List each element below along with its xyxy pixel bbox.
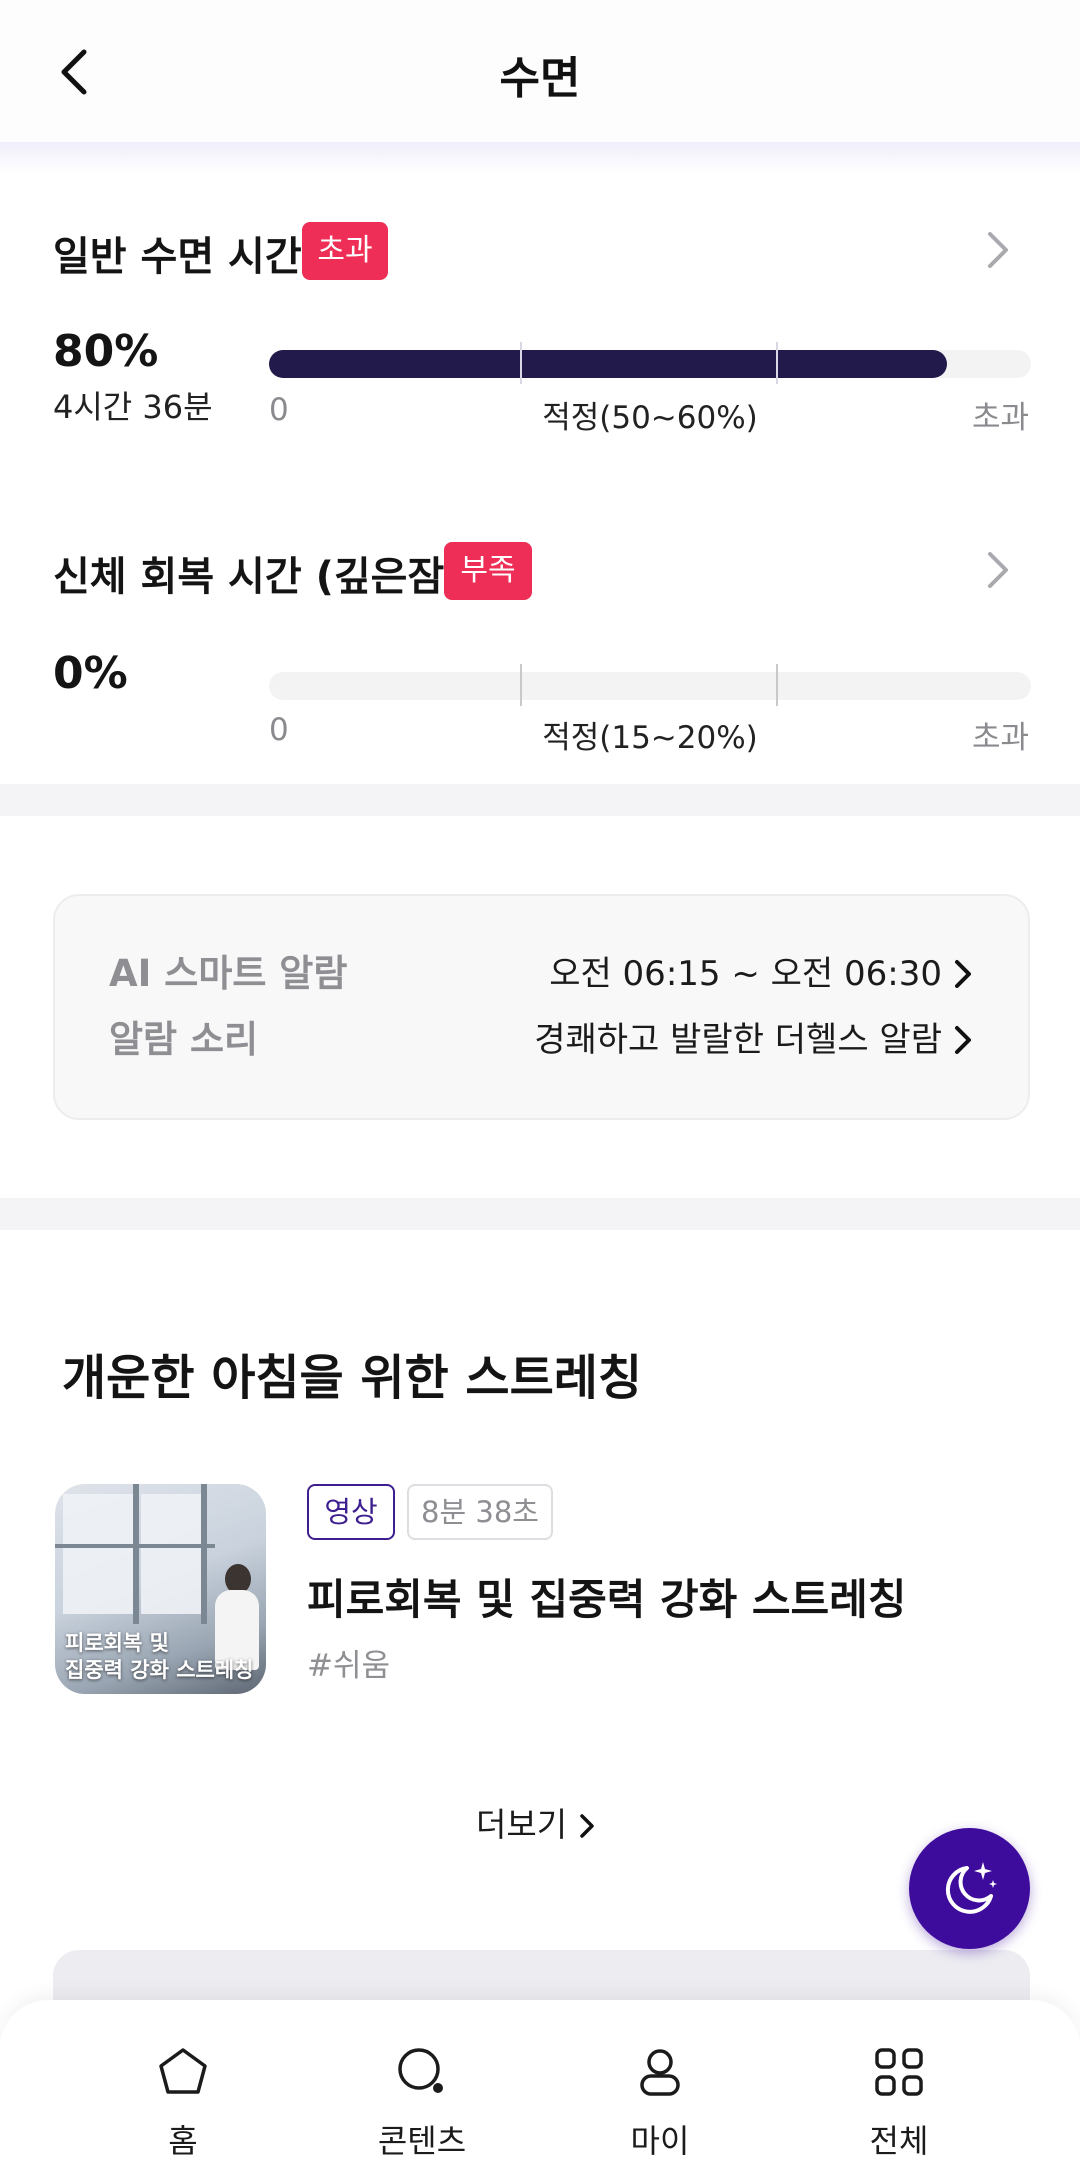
alarm-sound-row[interactable]: 알람 소리 경쾌하고 발랄한 더헬스 알람: [55, 1010, 1032, 1070]
smart-alarm-label: AI 스마트 알람: [109, 952, 348, 995]
chevron-right-icon: [578, 1812, 596, 1840]
percent-value: 80%: [53, 326, 159, 377]
range-tick: [776, 342, 778, 384]
nav-item-all[interactable]: 전체: [819, 2044, 979, 2164]
smart-alarm-row[interactable]: AI 스마트 알람 오전 06:15 ~ 오전 06:30: [55, 944, 1032, 1004]
percent-value: 0%: [53, 648, 128, 699]
metric-title: 신체 회복 시간 (깊은잠): [53, 554, 463, 600]
progress-track: [269, 672, 1031, 700]
status-badge: 부족: [444, 542, 532, 600]
chevron-right-icon: [952, 1024, 974, 1056]
nav-item-home[interactable]: 홈: [103, 2044, 263, 2164]
more-label: 더보기: [476, 1805, 568, 1844]
scale-optimal-label: 적정(50~60%): [542, 400, 758, 436]
video-thumbnail[interactable]: 피로회복 및 집중력 강화 스트레칭: [55, 1484, 266, 1694]
metric-deep-sleep[interactable]: 신체 회복 시간 (깊은잠) 부족 0% 0 적정(15~20%) 초과: [0, 542, 1080, 762]
duration-value: 4시간 36분: [53, 388, 213, 426]
smart-alarm-value: 오전 06:15 ~ 오전 06:30: [549, 954, 942, 994]
nav-item-contents[interactable]: 콘텐츠: [342, 2044, 502, 2164]
section-title: 개운한 아침을 위한 스트레칭: [62, 1350, 643, 1406]
metric-normal-sleep[interactable]: 일반 수면 시간 초과 80% 4시간 36분 0 적정(50~60%) 초과: [0, 220, 1080, 460]
person-icon: [632, 2044, 688, 2100]
range-tick: [520, 664, 522, 706]
progress-fill: [269, 350, 948, 378]
range-tick: [776, 664, 778, 706]
progress-track: [269, 350, 1031, 378]
metric-title: 일반 수면 시간: [53, 234, 302, 280]
moon-stars-icon: [945, 1862, 997, 1914]
header-shadow: [0, 142, 1080, 174]
sleep-mode-fab[interactable]: [909, 1828, 1030, 1949]
search-icon: [394, 2044, 450, 2100]
scale-start-label: 0: [269, 392, 289, 428]
scale-end-label: 초과: [972, 720, 1030, 756]
more-button[interactable]: 더보기: [476, 1800, 606, 1850]
grid-icon: [871, 2044, 927, 2100]
chevron-right-icon: [952, 958, 974, 990]
scale-end-label: 초과: [972, 400, 1030, 436]
status-badge: 초과: [302, 222, 388, 280]
scale-start-label: 0: [269, 712, 289, 748]
scale-optimal-label: 적정(15~20%): [542, 720, 758, 756]
home-icon: [155, 2044, 211, 2100]
page-title: 수면: [499, 53, 581, 104]
alarm-sound-value: 경쾌하고 발랄한 더헬스 알람: [534, 1020, 942, 1060]
nav-label: 콘텐츠: [377, 2122, 467, 2160]
bottom-nav: 홈 콘텐츠 마이 전체: [0, 2000, 1080, 2182]
difficulty-hashtag: #쉬움: [307, 1648, 391, 1684]
chevron-right-icon[interactable]: [980, 228, 1016, 272]
alarm-sound-label: 알람 소리: [109, 1018, 259, 1061]
nav-label: 마이: [630, 2122, 690, 2160]
nav-label: 홈: [168, 2122, 198, 2160]
duration-tag: 8분 38초: [407, 1484, 553, 1540]
section-divider: [0, 784, 1080, 816]
chevron-right-icon[interactable]: [980, 548, 1016, 592]
nav-item-my[interactable]: 마이: [580, 2044, 740, 2164]
range-tick: [520, 342, 522, 384]
sleep-screen: 수면 일반 수면 시간 초과 80% 4시간 36분 0 적정(50~60%) …: [0, 0, 1080, 2182]
content-type-tag: 영상: [307, 1484, 395, 1540]
video-card[interactable]: 피로회복 및 집중력 강화 스트레칭 영상 8분 38초 피로회복 및 집중력 …: [55, 1484, 1035, 1696]
section-divider: [0, 1198, 1080, 1230]
top-app-bar: 수면: [0, 0, 1080, 142]
video-title: 피로회복 및 집중력 강화 스트레칭: [307, 1575, 907, 1624]
alarm-settings-card: AI 스마트 알람 오전 06:15 ~ 오전 06:30 알람 소리 경쾌하고…: [53, 894, 1030, 1120]
thumbnail-caption: 피로회복 및 집중력 강화 스트레칭: [65, 1631, 254, 1682]
nav-label: 전체: [869, 2122, 929, 2160]
